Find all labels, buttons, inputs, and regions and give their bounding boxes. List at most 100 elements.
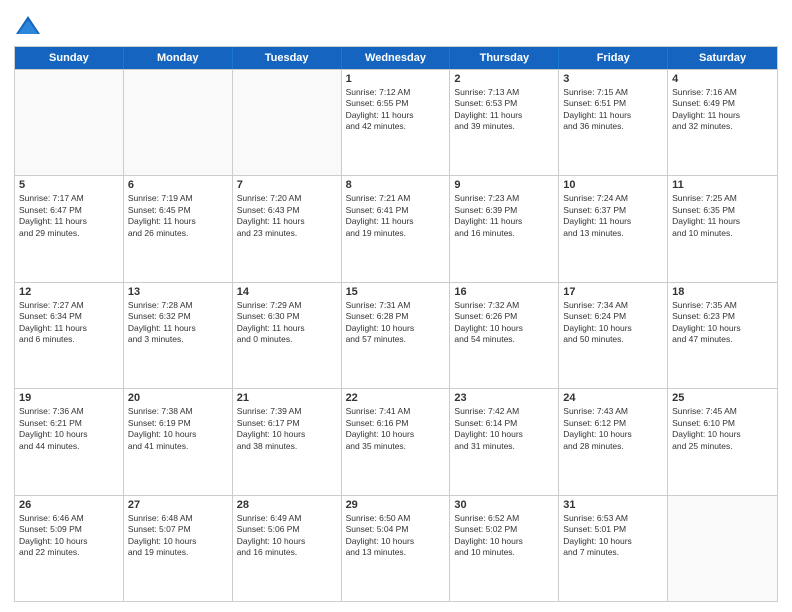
day-number: 13	[128, 286, 228, 298]
day-cell-12: 12Sunrise: 7:27 AM Sunset: 6:34 PM Dayli…	[15, 283, 124, 388]
cell-info: Sunrise: 7:12 AM Sunset: 6:55 PM Dayligh…	[346, 87, 446, 133]
logo	[14, 12, 46, 40]
day-number: 1	[346, 73, 446, 85]
header-day-saturday: Saturday	[668, 47, 777, 69]
day-number: 17	[563, 286, 663, 298]
day-number: 18	[672, 286, 773, 298]
calendar-row-2: 12Sunrise: 7:27 AM Sunset: 6:34 PM Dayli…	[15, 282, 777, 388]
day-number: 3	[563, 73, 663, 85]
day-number: 19	[19, 392, 119, 404]
page: SundayMondayTuesdayWednesdayThursdayFrid…	[0, 0, 792, 612]
day-number: 11	[672, 179, 773, 191]
cell-info: Sunrise: 7:31 AM Sunset: 6:28 PM Dayligh…	[346, 300, 446, 346]
cell-info: Sunrise: 6:53 AM Sunset: 5:01 PM Dayligh…	[563, 513, 663, 559]
day-cell-27: 27 Sunrise: 6:48 AM Sunset: 5:07 PM Dayli…	[124, 496, 233, 601]
day-number: 14	[237, 286, 337, 298]
cell-info: Sunrise: 6:48 AM Sunset: 5:07 PM Dayligh…	[128, 513, 228, 559]
day-cell-4: 4Sunrise: 7:16 AM Sunset: 6:49 PM Daylig…	[668, 70, 777, 175]
cell-info: Sunrise: 7:39 AM Sunset: 6:17 PM Dayligh…	[237, 406, 337, 452]
calendar-row-4: 26Sunrise: 6:46 AM Sunset: 5:09 PM Dayli…	[15, 495, 777, 601]
day-number: 6	[128, 179, 228, 191]
day-number: 16	[454, 286, 554, 298]
day-number: 29	[346, 499, 446, 511]
day-number: 25	[672, 392, 773, 404]
cell-info: Sunrise: 7:24 AM Sunset: 6:37 PM Dayligh…	[563, 193, 663, 239]
day-number: 12	[19, 286, 119, 298]
header-day-sunday: Sunday	[15, 47, 124, 69]
cell-info: Sunrise: 7:20 AM Sunset: 6:43 PM Dayligh…	[237, 193, 337, 239]
day-number: 8	[346, 179, 446, 191]
cell-info: Sunrise: 7:28 AM Sunset: 6:32 PM Dayligh…	[128, 300, 228, 346]
header-day-wednesday: Wednesday	[342, 47, 451, 69]
day-cell-22: 22 Sunrise: 7:41 AM Sunset: 6:16 PM Dayli…	[342, 389, 451, 494]
calendar-row-0: 1 Sunrise: 7:12 AM Sunset: 6:55 PM Daylig…	[15, 69, 777, 175]
day-cell-1: 1 Sunrise: 7:12 AM Sunset: 6:55 PM Daylig…	[342, 70, 451, 175]
day-cell-23: 23 Sunrise: 7:42 AM Sunset: 6:14 PM Dayli…	[450, 389, 559, 494]
cell-info: Sunrise: 6:52 AM Sunset: 5:02 PM Dayligh…	[454, 513, 554, 559]
cell-info: Sunrise: 7:17 AM Sunset: 6:47 PM Dayligh…	[19, 193, 119, 239]
calendar-row-1: 5 Sunrise: 7:17 AM Sunset: 6:47 PM Daylig…	[15, 175, 777, 281]
cell-info: Sunrise: 7:32 AM Sunset: 6:26 PM Dayligh…	[454, 300, 554, 346]
day-cell-13: 13 Sunrise: 7:28 AM Sunset: 6:32 PM Dayli…	[124, 283, 233, 388]
day-cell-14: 14Sunrise: 7:29 AM Sunset: 6:30 PM Dayli…	[233, 283, 342, 388]
day-number: 23	[454, 392, 554, 404]
day-cell-8: 8 Sunrise: 7:21 AM Sunset: 6:41 PM Daylig…	[342, 176, 451, 281]
empty-cell	[15, 70, 124, 175]
day-cell-20: 20 Sunrise: 7:38 AM Sunset: 6:19 PM Dayli…	[124, 389, 233, 494]
cell-info: Sunrise: 7:42 AM Sunset: 6:14 PM Dayligh…	[454, 406, 554, 452]
day-cell-17: 17 Sunrise: 7:34 AM Sunset: 6:24 PM Dayli…	[559, 283, 668, 388]
day-number: 30	[454, 499, 554, 511]
day-number: 5	[19, 179, 119, 191]
day-number: 21	[237, 392, 337, 404]
cell-info: Sunrise: 7:23 AM Sunset: 6:39 PM Dayligh…	[454, 193, 554, 239]
day-cell-11: 11Sunrise: 7:25 AM Sunset: 6:35 PM Dayli…	[668, 176, 777, 281]
day-cell-31: 31 Sunrise: 6:53 AM Sunset: 5:01 PM Dayli…	[559, 496, 668, 601]
day-cell-2: 2 Sunrise: 7:13 AM Sunset: 6:53 PM Daylig…	[450, 70, 559, 175]
calendar: SundayMondayTuesdayWednesdayThursdayFrid…	[14, 46, 778, 602]
day-cell-16: 16 Sunrise: 7:32 AM Sunset: 6:26 PM Dayli…	[450, 283, 559, 388]
day-cell-15: 15 Sunrise: 7:31 AM Sunset: 6:28 PM Dayli…	[342, 283, 451, 388]
day-number: 28	[237, 499, 337, 511]
cell-info: Sunrise: 7:34 AM Sunset: 6:24 PM Dayligh…	[563, 300, 663, 346]
day-cell-5: 5 Sunrise: 7:17 AM Sunset: 6:47 PM Daylig…	[15, 176, 124, 281]
day-number: 10	[563, 179, 663, 191]
day-number: 31	[563, 499, 663, 511]
empty-cell	[668, 496, 777, 601]
cell-info: Sunrise: 7:13 AM Sunset: 6:53 PM Dayligh…	[454, 87, 554, 133]
day-number: 15	[346, 286, 446, 298]
cell-info: Sunrise: 7:35 AM Sunset: 6:23 PM Dayligh…	[672, 300, 773, 346]
cell-info: Sunrise: 7:41 AM Sunset: 6:16 PM Dayligh…	[346, 406, 446, 452]
day-number: 7	[237, 179, 337, 191]
cell-info: Sunrise: 7:15 AM Sunset: 6:51 PM Dayligh…	[563, 87, 663, 133]
cell-info: Sunrise: 7:19 AM Sunset: 6:45 PM Dayligh…	[128, 193, 228, 239]
day-number: 20	[128, 392, 228, 404]
header-day-thursday: Thursday	[450, 47, 559, 69]
day-cell-3: 3 Sunrise: 7:15 AM Sunset: 6:51 PM Daylig…	[559, 70, 668, 175]
calendar-header: SundayMondayTuesdayWednesdayThursdayFrid…	[15, 47, 777, 69]
day-cell-30: 30 Sunrise: 6:52 AM Sunset: 5:02 PM Dayli…	[450, 496, 559, 601]
day-cell-29: 29Sunrise: 6:50 AM Sunset: 5:04 PM Dayli…	[342, 496, 451, 601]
day-cell-7: 7 Sunrise: 7:20 AM Sunset: 6:43 PM Daylig…	[233, 176, 342, 281]
cell-info: Sunrise: 7:38 AM Sunset: 6:19 PM Dayligh…	[128, 406, 228, 452]
empty-cell	[124, 70, 233, 175]
header-day-tuesday: Tuesday	[233, 47, 342, 69]
calendar-row-3: 19Sunrise: 7:36 AM Sunset: 6:21 PM Dayli…	[15, 388, 777, 494]
day-cell-18: 18 Sunrise: 7:35 AM Sunset: 6:23 PM Dayli…	[668, 283, 777, 388]
day-cell-9: 9 Sunrise: 7:23 AM Sunset: 6:39 PM Daylig…	[450, 176, 559, 281]
day-number: 22	[346, 392, 446, 404]
cell-info: Sunrise: 7:45 AM Sunset: 6:10 PM Dayligh…	[672, 406, 773, 452]
day-cell-28: 28Sunrise: 6:49 AM Sunset: 5:06 PM Dayli…	[233, 496, 342, 601]
logo-icon	[14, 12, 42, 40]
day-cell-6: 6 Sunrise: 7:19 AM Sunset: 6:45 PM Daylig…	[124, 176, 233, 281]
day-number: 9	[454, 179, 554, 191]
calendar-body: 1 Sunrise: 7:12 AM Sunset: 6:55 PM Daylig…	[15, 69, 777, 601]
day-cell-10: 10 Sunrise: 7:24 AM Sunset: 6:37 PM Dayli…	[559, 176, 668, 281]
day-number: 2	[454, 73, 554, 85]
cell-info: Sunrise: 7:16 AM Sunset: 6:49 PM Dayligh…	[672, 87, 773, 133]
day-cell-25: 25 Sunrise: 7:45 AM Sunset: 6:10 PM Dayli…	[668, 389, 777, 494]
day-number: 27	[128, 499, 228, 511]
cell-info: Sunrise: 7:43 AM Sunset: 6:12 PM Dayligh…	[563, 406, 663, 452]
cell-info: Sunrise: 7:21 AM Sunset: 6:41 PM Dayligh…	[346, 193, 446, 239]
day-cell-21: 21 Sunrise: 7:39 AM Sunset: 6:17 PM Dayli…	[233, 389, 342, 494]
day-cell-24: 24Sunrise: 7:43 AM Sunset: 6:12 PM Dayli…	[559, 389, 668, 494]
